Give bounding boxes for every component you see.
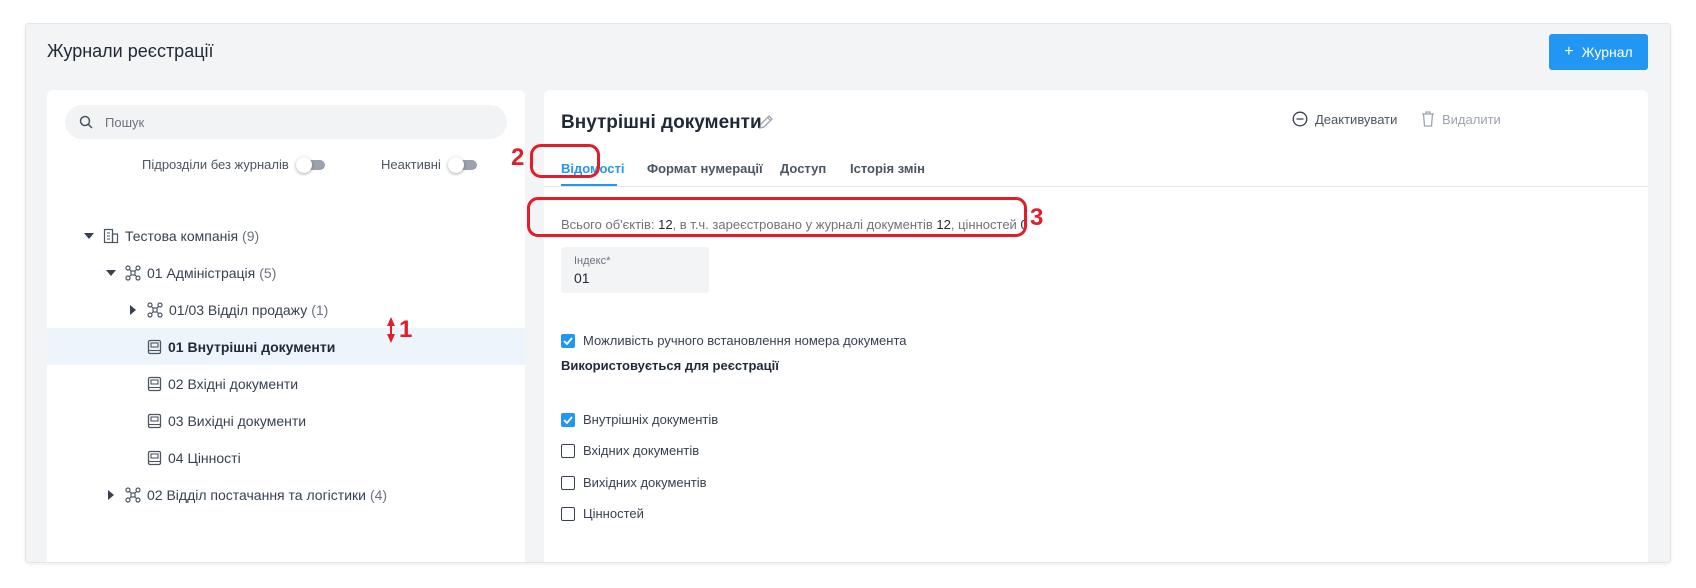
journal-title: Внутрішні документи	[561, 112, 762, 133]
tree-item-incoming-docs[interactable]: 02 Вхідні документи	[47, 365, 525, 402]
toggle-inactive-label: Неактивні	[381, 157, 441, 172]
journal-details-panel: Внутрішні документи Деактивувати Видалит…	[544, 90, 1648, 562]
tree-item-administration[interactable]: 01 Адміністрація (5)	[47, 254, 525, 291]
building-icon	[103, 228, 119, 244]
tree-label: 03 Вихідні документи	[168, 412, 307, 429]
usage-internal-label: Внутрішніх документів	[583, 412, 719, 427]
usage-valuables-row[interactable]: Цінностей	[561, 506, 644, 521]
tab-bar: Відомості Формат нумерації Доступ Історі…	[544, 146, 1648, 187]
app-frame: Журнали реєстрації + Журнал Підрозділи б…	[26, 24, 1670, 562]
journal-icon	[147, 376, 162, 392]
tree-count: (1)	[311, 301, 329, 318]
tab-history[interactable]: Історія змін	[850, 161, 925, 176]
toggle-no-journals-row: Підрозділи без журналів	[142, 156, 325, 173]
page-title: Журнали реєстрації	[47, 41, 214, 61]
manual-number-checkbox-row[interactable]: Можливість ручного встановлення номера д…	[561, 333, 906, 348]
tree-count: (5)	[259, 264, 277, 281]
caret-right-icon[interactable]	[127, 304, 139, 315]
active-tab-indicator	[561, 184, 617, 186]
tree-label: 01 Адміністрація	[147, 264, 256, 281]
search-input[interactable]	[103, 113, 487, 131]
tree-item-sales[interactable]: 01/03 Відділ продажу (1)	[47, 291, 525, 328]
usage-incoming-row[interactable]: Вхідних документів	[561, 443, 699, 458]
index-field-value[interactable]: 01	[574, 270, 590, 286]
usage-incoming-label: Вхідних документів	[583, 443, 700, 458]
delete-label: Видалити	[1442, 111, 1501, 127]
annotation-ring-tab	[530, 144, 600, 178]
checkbox-unchecked[interactable]	[561, 506, 575, 521]
journal-icon	[147, 450, 162, 466]
tree-item-company[interactable]: Тестова компанія (9)	[47, 217, 525, 254]
deactivate-button[interactable]: Деактивувати	[1292, 111, 1397, 127]
usage-outgoing-row[interactable]: Вихідних документів	[561, 475, 707, 490]
check-icon	[563, 415, 573, 424]
caret-down-icon[interactable]	[105, 269, 117, 276]
checkbox-checked[interactable]	[561, 333, 575, 348]
tab-numbering-format[interactable]: Формат нумерації	[647, 161, 763, 176]
checkbox-checked[interactable]	[561, 412, 575, 427]
tree-label: 01 Внутрішні документи	[168, 338, 336, 355]
tree-item-internal-docs[interactable]: 01 Внутрішні документи	[47, 328, 525, 365]
annotation-number-1: 1	[399, 316, 413, 343]
journal-tree-panel: Підрозділи без журналів Неактивні Тестов…	[47, 90, 525, 562]
manual-number-label: Можливість ручного встановлення номера д…	[583, 333, 907, 348]
tree-label: Тестова компанія	[125, 227, 239, 244]
caret-right-icon[interactable]	[105, 489, 117, 500]
index-field[interactable]: Індекс* 01	[561, 247, 709, 293]
annotation-number-3: 3	[1030, 204, 1044, 231]
checkbox-unchecked[interactable]	[561, 475, 575, 490]
tree-count: (9)	[242, 227, 260, 244]
annotation-number-2: 2	[511, 144, 525, 171]
tab-access[interactable]: Доступ	[780, 161, 826, 176]
toggle-no-journals[interactable]	[295, 156, 325, 173]
check-icon	[563, 336, 573, 345]
annotation-marker-1: 1	[385, 316, 412, 344]
journal-icon	[147, 339, 162, 355]
search-box[interactable]	[65, 105, 507, 139]
tree-label: 02 Відділ постачання та логістики	[147, 486, 366, 503]
delete-button[interactable]: Видалити	[1421, 111, 1501, 127]
sort-arrows-icon	[387, 317, 395, 343]
tree-item-valuables[interactable]: 04 Цінності	[47, 439, 525, 476]
toggle-no-journals-label: Підрозділи без журналів	[142, 157, 289, 172]
journal-icon	[147, 413, 162, 429]
minus-circle-icon	[1292, 111, 1308, 127]
trash-icon	[1422, 111, 1434, 127]
add-journal-label: Журнал	[1581, 44, 1633, 60]
search-icon	[79, 115, 93, 129]
annotation-ring-stats	[527, 197, 1027, 237]
tree-label: 04 Цінності	[168, 449, 241, 466]
structure-icon	[125, 264, 141, 281]
caret-down-icon[interactable]	[83, 232, 95, 239]
usage-internal-row[interactable]: Внутрішніх документів	[561, 412, 718, 427]
usage-valuables-label: Цінностей	[583, 506, 644, 521]
tree-label: 01/03 Відділ продажу	[169, 301, 308, 318]
pencil-icon[interactable]	[758, 114, 774, 135]
tree-label: 02 Вхідні документи	[168, 375, 299, 392]
usage-outgoing-label: Вихідних документів	[583, 475, 707, 490]
deactivate-label: Деактивувати	[1315, 111, 1398, 127]
add-journal-button[interactable]: + Журнал	[1549, 34, 1648, 70]
toggle-inactive[interactable]	[447, 156, 477, 173]
structure-icon	[125, 486, 141, 503]
tree-item-logistics[interactable]: 02 Відділ постачання та логістики (4)	[47, 476, 525, 513]
plus-icon: +	[1564, 43, 1574, 60]
checkbox-unchecked[interactable]	[561, 443, 575, 458]
structure-icon	[147, 301, 163, 318]
toggle-inactive-row: Неактивні	[381, 156, 477, 173]
tree-count: (4)	[369, 486, 388, 503]
tree-item-outgoing-docs[interactable]: 03 Вихідні документи	[47, 402, 525, 439]
usage-section-title: Використовується для реєстрації	[561, 358, 779, 373]
index-field-label: Індекс*	[574, 255, 611, 267]
